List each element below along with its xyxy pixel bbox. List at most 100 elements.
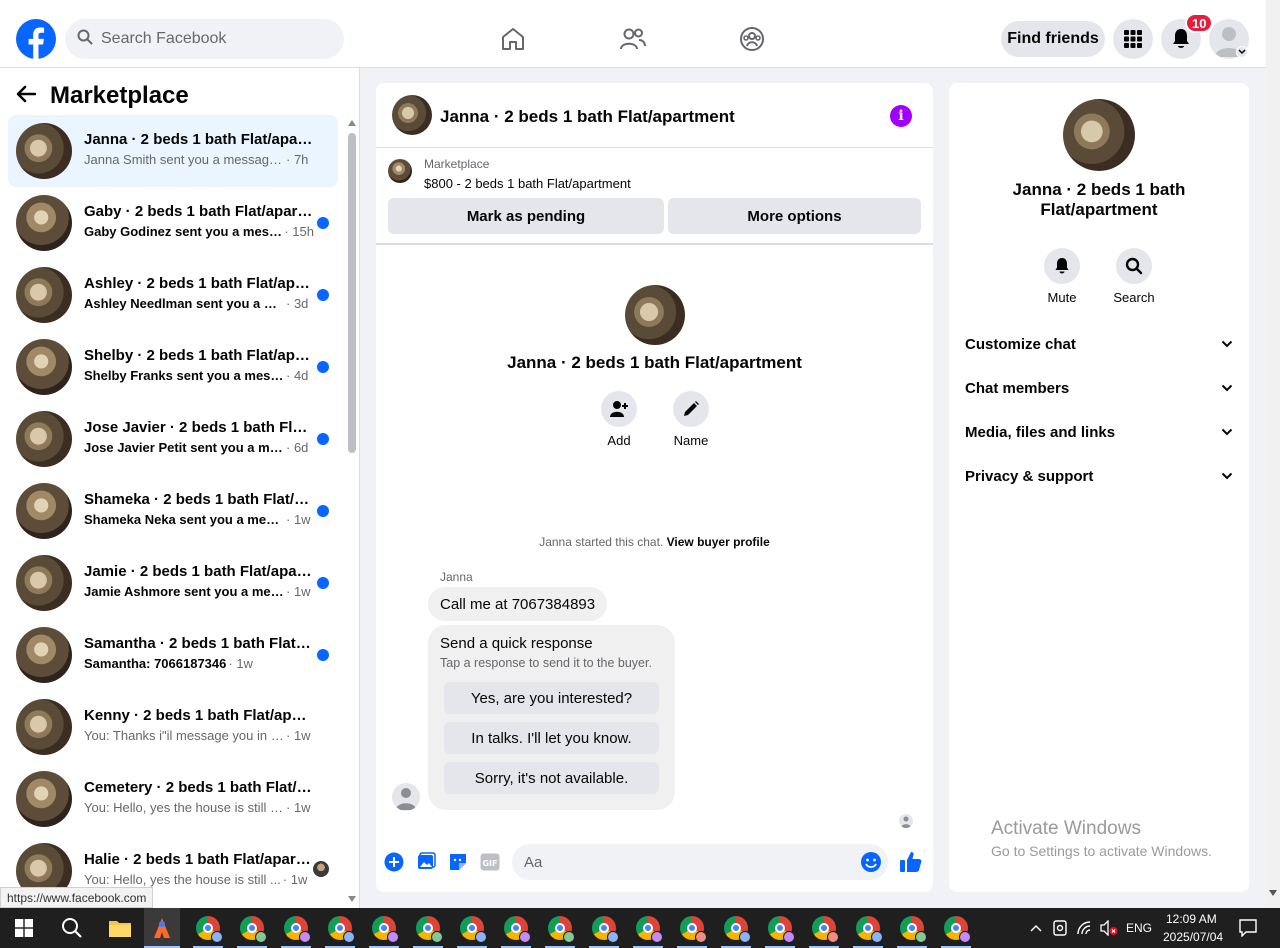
chrome-window-icon[interactable] (372, 916, 399, 943)
chrome-window-icon[interactable] (196, 916, 223, 943)
chrome-window-icon[interactable] (416, 916, 443, 943)
conversation-item[interactable]: Jamie · 2 beds 1 bath Flat/apartment Jami… (8, 547, 338, 619)
conversation-avatar (16, 339, 72, 395)
chrome-logo-icon (284, 916, 311, 943)
chrome-window-icon[interactable] (856, 916, 883, 943)
chrome-logo-icon (460, 916, 487, 943)
menu-grid-icon[interactable] (1113, 19, 1153, 59)
scroll-thumb[interactable] (348, 133, 356, 453)
windows-start-icon[interactable] (12, 916, 36, 940)
search-icon[interactable] (60, 916, 84, 940)
photo-icon[interactable] (416, 852, 436, 872)
info-icon[interactable]: i (890, 105, 912, 127)
volume-muted-icon[interactable] (1098, 916, 1120, 940)
file-explorer-icon[interactable] (108, 916, 132, 940)
chat-title[interactable]: Janna · 2 beds 1 bath Flat/apartment (440, 107, 735, 127)
conversation-snippet-row: You: Hello, yes the house is still ... · … (84, 872, 314, 887)
chrome-window-icon[interactable] (900, 916, 927, 943)
quick-response-button[interactable]: Sorry, it's not available. (444, 762, 659, 794)
conversation-item[interactable]: Kenny · 2 beds 1 bath Flat/apartment You:… (8, 691, 338, 763)
conversation-item[interactable]: Cemetery · 2 beds 1 bath Flat/apartment Y… (8, 763, 338, 835)
inbox-scrollbar[interactable] (346, 118, 356, 908)
profile-badge (827, 931, 839, 943)
conversation-item[interactable]: Gaby · 2 beds 1 bath Flat/apartment Gaby … (8, 187, 338, 259)
page-scrollbar[interactable] (1266, 0, 1280, 908)
mute-label: Mute (1047, 290, 1077, 305)
conversation-item[interactable]: Shelby · 2 beds 1 bath Flat/apartment She… (8, 331, 338, 403)
gif-icon[interactable]: GIF (480, 852, 500, 872)
chrome-window-icon[interactable] (768, 916, 795, 943)
listing-price[interactable]: $800 - 2 beds 1 bath Flat/apartment (424, 176, 631, 191)
chrome-window-icon[interactable] (944, 916, 971, 943)
notification-center-icon[interactable] (1236, 916, 1260, 940)
edit-name-button[interactable]: Name (661, 391, 721, 448)
chrome-window-icon[interactable] (284, 916, 311, 943)
chrome-logo-icon (328, 916, 355, 943)
search-input[interactable] (101, 30, 321, 48)
conversation-item[interactable]: Shameka · 2 beds 1 bath Flat/apartment Sh… (8, 475, 338, 547)
mark-as-pending-button[interactable]: Mark as pending (388, 198, 664, 234)
listing-thumbnail[interactable] (388, 159, 412, 183)
chat-avatar[interactable] (392, 95, 432, 135)
message-bubble[interactable]: Call me at 7067384893 (428, 587, 608, 621)
clock-time[interactable]: 12:09 AM (1166, 912, 1217, 926)
show-hidden-icons-chevron-icon[interactable] (1026, 916, 1046, 940)
privacy-support-row[interactable]: Privacy & support (965, 454, 1233, 498)
wifi-icon[interactable] (1075, 916, 1095, 940)
chrome-window-icon[interactable] (812, 916, 839, 943)
conversation-avatar (16, 123, 72, 179)
chat-members-row[interactable]: Chat members (965, 366, 1233, 410)
details-avatar[interactable] (1063, 99, 1135, 171)
message-input[interactable] (524, 853, 844, 871)
chrome-window-icon[interactable] (328, 916, 355, 943)
conversation-list: Janna · 2 beds 1 bath Flat/apartment Jann… (8, 115, 338, 907)
conversation-snippet-row: You: Thanks i"il message you in a ... · 1… (84, 728, 314, 743)
customize-chat-row[interactable]: Customize chat (965, 322, 1233, 366)
facebook-logo-icon[interactable] (16, 19, 56, 59)
friends-icon[interactable] (613, 19, 653, 59)
view-buyer-profile-link[interactable]: View buyer profile (667, 535, 770, 549)
watermark-subtitle: Go to Settings to activate Windows. (991, 843, 1212, 859)
plus-icon[interactable] (384, 852, 404, 872)
quick-response-card: Send a quick response Tap a response to … (428, 625, 675, 810)
add-people-button[interactable]: Add (589, 391, 649, 448)
listing-source: Marketplace (424, 157, 490, 171)
sender-avatar[interactable] (392, 783, 420, 811)
sticker-icon[interactable] (448, 852, 468, 872)
unread-dot (317, 577, 329, 589)
profile-badge (695, 931, 707, 943)
more-options-button[interactable]: More options (668, 198, 921, 234)
chrome-window-icon[interactable] (460, 916, 487, 943)
chrome-window-icon[interactable] (240, 916, 267, 943)
conversation-snippet: Jamie Ashmore sent you a mess... (84, 584, 284, 599)
media-files-links-row[interactable]: Media, files and links (965, 410, 1233, 454)
back-arrow-icon[interactable] (16, 85, 37, 108)
chrome-window-icon[interactable] (592, 916, 619, 943)
conversation-time: · 1w (228, 656, 253, 671)
find-friends-button[interactable]: Find friends (1001, 21, 1105, 57)
clock-date[interactable]: 2025/07/04 (1163, 930, 1223, 944)
search-chat-button[interactable]: Search (1104, 248, 1164, 305)
chrome-window-icon[interactable] (680, 916, 707, 943)
emoji-icon[interactable] (860, 851, 882, 873)
pinned-app-icon[interactable] (150, 916, 174, 940)
conversation-item[interactable]: Samantha · 2 beds 1 bath Flat/apartment S… (8, 619, 338, 691)
thumbs-up-icon[interactable] (899, 850, 923, 874)
chrome-window-icon[interactable] (724, 916, 751, 943)
chrome-window-icon[interactable] (504, 916, 531, 943)
chrome-window-icon[interactable] (548, 916, 575, 943)
mute-button[interactable]: Mute (1032, 248, 1092, 305)
quick-response-button[interactable]: Yes, are you interested? (444, 682, 659, 714)
quick-response-button[interactable]: In talks. I'll let you know. (444, 722, 659, 754)
conversation-item[interactable]: Janna · 2 beds 1 bath Flat/apartment Jann… (8, 115, 338, 187)
search-bar[interactable] (65, 19, 344, 59)
meet-now-icon[interactable] (1050, 916, 1070, 940)
home-icon[interactable] (493, 19, 533, 59)
groups-icon[interactable] (732, 19, 772, 59)
conversation-item[interactable]: Ashley · 2 beds 1 bath Flat/apartment Ash… (8, 259, 338, 331)
language-indicator[interactable]: ENG (1126, 921, 1152, 935)
conversation-item[interactable]: Jose Javier · 2 beds 1 bath Flat/apartme… (8, 403, 338, 475)
chrome-window-icon[interactable] (636, 916, 663, 943)
message-input-box[interactable] (512, 844, 888, 880)
account-chevron-icon[interactable] (1236, 46, 1248, 58)
